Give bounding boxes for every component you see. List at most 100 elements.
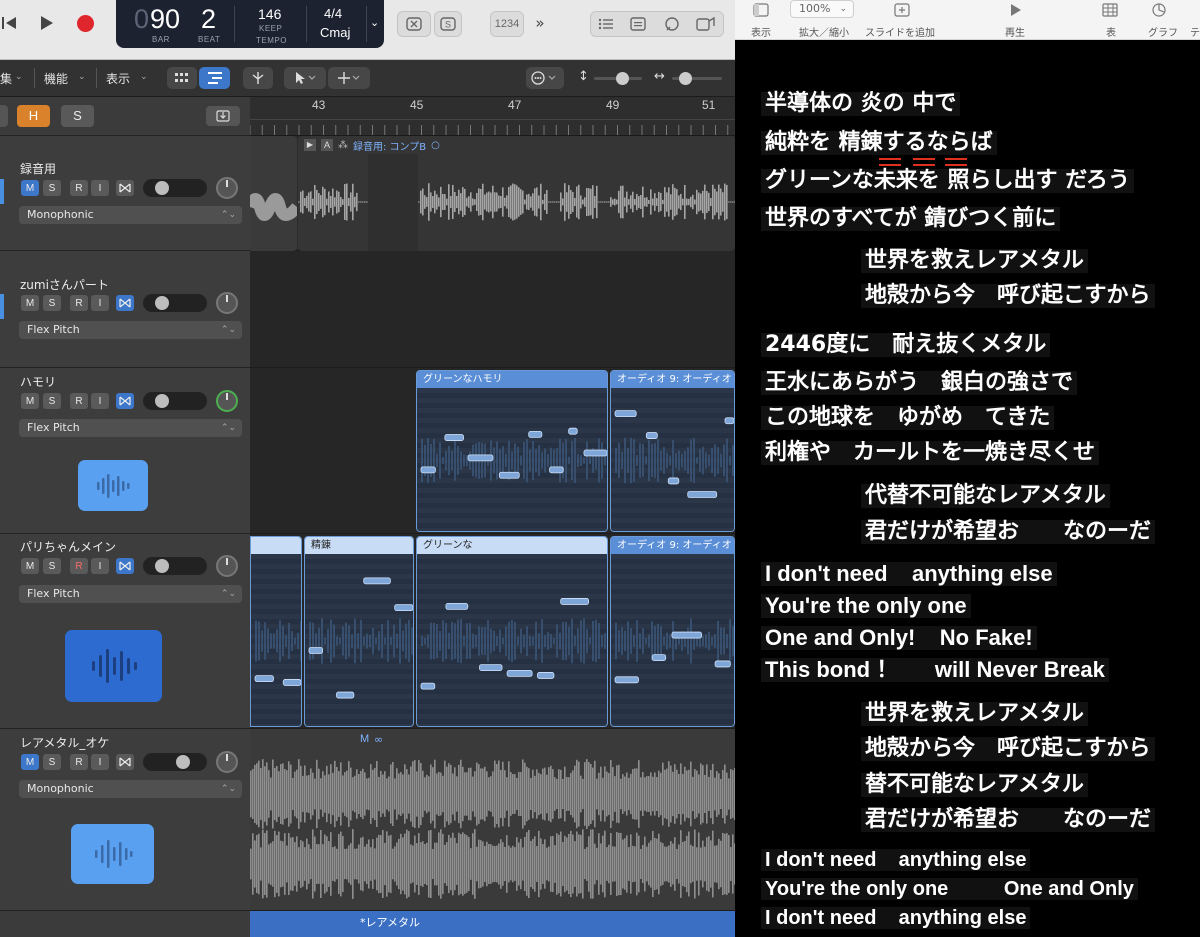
- timeline-ruler[interactable]: 43 45 47 49 51: [250, 97, 735, 136]
- audio-region[interactable]: グリーンな: [416, 536, 608, 727]
- pan-knob[interactable]: [216, 751, 238, 773]
- track-row[interactable]: パリちゃんメイン M S R I Flex Pitch ⌃⌄: [0, 534, 250, 729]
- menu-view[interactable]: 表示: [106, 70, 130, 87]
- lane-harmony[interactable]: グリーンなハモリ オーディオ 9: オーディオ: [250, 368, 735, 534]
- tempo-value[interactable]: 146: [258, 6, 281, 22]
- pan-knob[interactable]: [216, 292, 238, 314]
- record-button[interactable]: [77, 15, 94, 32]
- list-icon[interactable]: [597, 16, 615, 35]
- flex-mode-select[interactable]: Flex Pitch ⌃⌄: [19, 419, 242, 437]
- track-name[interactable]: ハモリ: [20, 373, 56, 390]
- key-signature[interactable]: Cmaj: [320, 25, 350, 40]
- sidebar-icon[interactable]: [753, 3, 769, 21]
- zoom-select[interactable]: 100% ⌄: [790, 0, 854, 18]
- take-folder-region[interactable]: ▶ A ⁂ 録音用: コンプB ○: [298, 136, 735, 251]
- track-row[interactable]: zumiさんパート M S R I Flex Pitch ⌃⌄: [0, 251, 250, 368]
- solo-mode-button[interactable]: S: [434, 11, 462, 37]
- pan-knob[interactable]: [216, 390, 238, 412]
- track-row[interactable]: 録音用 M S R I Monophonic ⌃⌄: [0, 136, 250, 251]
- notepad-icon[interactable]: [629, 16, 647, 35]
- mute-button[interactable]: M: [21, 180, 39, 196]
- flex-button[interactable]: [116, 754, 134, 770]
- mute-button[interactable]: M: [21, 295, 39, 311]
- flex-button[interactable]: [116, 558, 134, 574]
- track-name[interactable]: zumiさんパート: [20, 276, 109, 293]
- media-browser-icon[interactable]: [695, 16, 717, 35]
- slide-canvas[interactable]: 半導体の 炎の 中で 純粋を 精錬するならば グリーンな未来を 照らし出す だろ…: [735, 40, 1200, 937]
- lane-zumi[interactable]: [250, 251, 735, 368]
- pan-knob[interactable]: [216, 555, 238, 577]
- global-solo-button[interactable]: S: [61, 105, 94, 127]
- tracks-view-icon[interactable]: [199, 67, 230, 89]
- track-name[interactable]: レアメタル_オケ: [20, 734, 109, 751]
- grid-view-icon[interactable]: [167, 67, 197, 89]
- volume-fader[interactable]: [143, 179, 207, 197]
- record-enable-button[interactable]: R: [70, 180, 88, 196]
- audio-region[interactable]: 精錬: [304, 536, 414, 727]
- input-monitor-button[interactable]: I: [91, 180, 109, 196]
- lane-recording[interactable]: ▶ A ⁂ 録音用: コンプB ○: [250, 136, 735, 251]
- track-name[interactable]: 録音用: [20, 160, 56, 177]
- add-track-button[interactable]: [0, 105, 8, 127]
- hide-button[interactable]: H: [17, 105, 50, 127]
- mute-button[interactable]: M: [21, 393, 39, 409]
- audio-region[interactable]: [250, 136, 297, 251]
- flex-button[interactable]: [116, 295, 134, 311]
- add-slide-icon[interactable]: [894, 3, 910, 21]
- flex-button[interactable]: [116, 393, 134, 409]
- tuner-icon[interactable]: [397, 11, 431, 37]
- audio-region[interactable]: オーディオ 9: オーディオ: [610, 536, 735, 727]
- record-enable-button[interactable]: R: [70, 295, 88, 311]
- solo-button[interactable]: S: [43, 754, 61, 770]
- chart-icon[interactable]: [1151, 3, 1167, 21]
- lcd-chevron-down-icon[interactable]: ⌄: [370, 16, 379, 29]
- chevron-double-right-icon[interactable]: »: [530, 12, 550, 34]
- horizontal-zoom-slider[interactable]: [672, 72, 722, 85]
- play-icon[interactable]: ▶: [304, 139, 316, 151]
- solo-button[interactable]: S: [43, 558, 61, 574]
- vertical-zoom-slider[interactable]: [594, 72, 642, 85]
- flex-mode-select[interactable]: Monophonic ⌃⌄: [19, 206, 242, 224]
- track-row[interactable]: ハモリ M S R I Flex Pitch ⌃⌄: [0, 368, 250, 534]
- pan-knob[interactable]: [216, 177, 238, 199]
- flex-mode-select[interactable]: Flex Pitch ⌃⌄: [19, 321, 242, 339]
- play-icon[interactable]: [1010, 3, 1022, 21]
- play-icon[interactable]: [37, 12, 57, 34]
- track-row[interactable]: レアメタル_オケ M S R I Monophonic ⌃⌄: [0, 729, 250, 911]
- time-signature[interactable]: 4/4: [324, 6, 342, 21]
- mute-button[interactable]: M: [21, 558, 39, 574]
- crosshair-tool-icon[interactable]: [328, 67, 370, 89]
- flex-mode-select[interactable]: Flex Pitch ⌃⌄: [19, 585, 242, 603]
- volume-fader[interactable]: [143, 294, 207, 312]
- flex-button[interactable]: [116, 180, 134, 196]
- input-monitor-button[interactable]: I: [91, 754, 109, 770]
- solo-button[interactable]: S: [43, 180, 61, 196]
- solo-button[interactable]: S: [43, 393, 61, 409]
- solo-button[interactable]: S: [43, 295, 61, 311]
- audio-region[interactable]: グリーンなハモリ: [416, 370, 608, 532]
- loop-browser-icon[interactable]: [663, 16, 681, 35]
- table-icon[interactable]: [1102, 3, 1118, 21]
- record-enable-button[interactable]: R: [70, 754, 88, 770]
- pointer-tool-icon[interactable]: [284, 67, 326, 89]
- record-enable-button[interactable]: R: [70, 393, 88, 409]
- audio-region[interactable]: オーディオ 9: オーディオ: [610, 370, 735, 532]
- menu-edit[interactable]: 集: [0, 70, 12, 87]
- menu-functions[interactable]: 機能: [44, 70, 68, 87]
- audio-region[interactable]: *レアメタル: [250, 911, 735, 937]
- record-enable-button[interactable]: R: [70, 558, 88, 574]
- take-selector[interactable]: A: [321, 139, 333, 151]
- input-monitor-button[interactable]: I: [91, 558, 109, 574]
- input-monitor-button[interactable]: I: [91, 295, 109, 311]
- volume-fader[interactable]: [143, 753, 207, 771]
- count-in-button[interactable]: 1234: [490, 11, 524, 37]
- automation-icon[interactable]: [526, 67, 564, 89]
- input-monitor-button[interactable]: I: [91, 393, 109, 409]
- volume-fader[interactable]: [143, 557, 207, 575]
- track-name[interactable]: パリちゃんメイン: [20, 538, 116, 555]
- catch-icon[interactable]: [206, 106, 240, 126]
- audio-region[interactable]: [250, 536, 302, 727]
- rewind-icon[interactable]: [0, 12, 20, 34]
- volume-fader[interactable]: [143, 392, 207, 410]
- flex-mode-select[interactable]: Monophonic ⌃⌄: [19, 780, 242, 798]
